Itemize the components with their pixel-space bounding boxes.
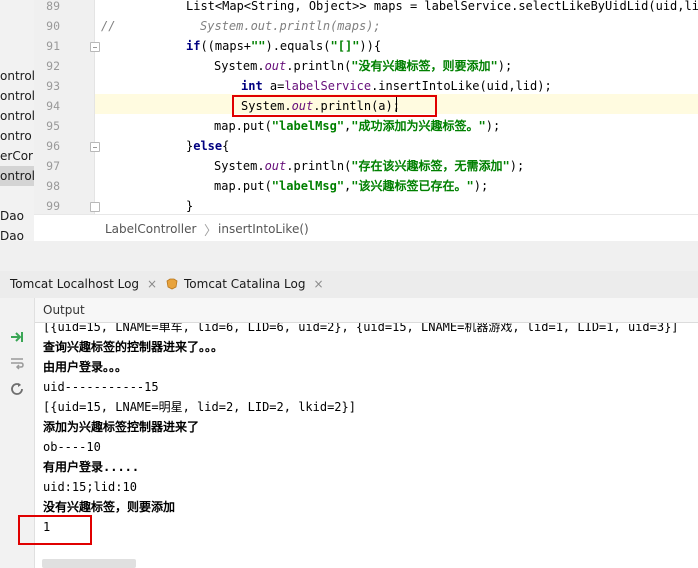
line-number: 93 bbox=[46, 79, 60, 93]
code-token: out bbox=[250, 19, 273, 33]
tab-tomcat-catalina-log[interactable]: Tomcat Catalina Log × bbox=[166, 271, 324, 298]
line-number: 92 bbox=[46, 59, 60, 73]
console-line: ob----10 bbox=[43, 440, 101, 454]
line-number: 90 bbox=[46, 19, 60, 33]
close-icon[interactable]: × bbox=[313, 277, 323, 291]
console-line: uid-----------15 bbox=[43, 380, 159, 394]
code-token: "成功添加为兴趣标签。" bbox=[351, 119, 486, 133]
line-number: 89 bbox=[46, 0, 60, 13]
breadcrumb-class[interactable]: LabelController bbox=[105, 222, 196, 236]
code-line[interactable]: } bbox=[186, 196, 193, 216]
code-line[interactable]: System.out.println("存在该兴趣标签，无需添加"); bbox=[214, 156, 524, 176]
code-token: labelService bbox=[284, 79, 372, 93]
code-token: System. bbox=[214, 59, 265, 73]
tool-window-tabs: Tomcat Localhost Log × Tomcat Catalina Lo… bbox=[0, 271, 698, 299]
code-token: ); bbox=[497, 59, 513, 73]
console-line: 有用户登录..... bbox=[43, 460, 140, 474]
code-token: .insertIntoLike(uid,lid); bbox=[371, 79, 552, 93]
annotation-highlight-box bbox=[232, 95, 437, 117]
annotation-highlight-box bbox=[18, 515, 92, 545]
output-title: Output bbox=[43, 303, 85, 317]
panel-separator[interactable] bbox=[0, 241, 698, 271]
fold-toggle-icon[interactable] bbox=[90, 42, 100, 52]
code-token: .println(maps); bbox=[272, 19, 381, 33]
close-icon[interactable]: × bbox=[147, 277, 157, 291]
comment-marker: // bbox=[101, 19, 116, 33]
fold-toggle-icon[interactable] bbox=[90, 142, 100, 152]
tomcat-icon bbox=[166, 273, 178, 290]
code-token: "没有兴趣标签，则要添加" bbox=[351, 59, 498, 73]
breadcrumb: LabelController 〉 insertIntoLike() bbox=[34, 214, 698, 242]
code-token: "该兴趣标签已存在。" bbox=[351, 179, 474, 193]
code-token: } bbox=[186, 199, 194, 213]
console-line: 由用户登录。。。 bbox=[43, 360, 128, 374]
console-line: 没有兴趣标签，则要添加 bbox=[43, 500, 176, 514]
code-token: .println( bbox=[286, 159, 352, 173]
soft-wrap-icon[interactable] bbox=[9, 355, 25, 375]
code-token: ((maps+ bbox=[200, 39, 252, 53]
line-number: 95 bbox=[46, 119, 60, 133]
code-token: System. bbox=[200, 19, 251, 33]
output-header: Output bbox=[35, 298, 698, 323]
code-token: out bbox=[264, 59, 287, 73]
code-token: )){ bbox=[359, 39, 382, 53]
console-line: 查询兴趣标签的控制器进来了。。。 bbox=[43, 340, 224, 354]
line-number: 98 bbox=[46, 179, 60, 193]
breadcrumb-method[interactable]: insertIntoLike() bbox=[218, 222, 309, 236]
code-token: ); bbox=[509, 159, 525, 173]
tab-label: Tomcat Localhost Log bbox=[10, 277, 140, 291]
line-number: 96 bbox=[46, 139, 60, 153]
code-line[interactable]: List<Map<String, Object>> maps = labelSe… bbox=[186, 0, 698, 16]
code-token: "labelMsg" bbox=[271, 119, 345, 133]
console-line: uid:15;lid:10 bbox=[43, 480, 137, 494]
code-token: int bbox=[241, 79, 263, 93]
console-line: [{uid=15, LNAME=单车, lid=6, LID=6, uid=2}… bbox=[43, 323, 679, 334]
code-token: List<Map<String, Object>> maps = labelSe… bbox=[186, 0, 698, 13]
code-token: ).equals( bbox=[265, 39, 331, 53]
code-line[interactable]: map.put("labelMsg","该兴趣标签已存在。"); bbox=[214, 176, 488, 196]
code-line[interactable]: int a=labelService.insertIntoLike(uid,li… bbox=[241, 76, 552, 96]
tomcat-icon bbox=[0, 278, 6, 290]
code-line[interactable]: System.out.println("没有兴趣标签，则要添加"); bbox=[214, 56, 512, 76]
line-number: 91 bbox=[46, 39, 60, 53]
code-line[interactable]: map.put("labelMsg","成功添加为兴趣标签。"); bbox=[214, 116, 500, 136]
code-token: a= bbox=[262, 79, 285, 93]
code-token: .println( bbox=[286, 59, 352, 73]
line-number: 97 bbox=[46, 159, 60, 173]
code-token: out bbox=[264, 159, 287, 173]
tab-label: Tomcat Catalina Log bbox=[184, 277, 306, 291]
console-output[interactable]: [{uid=15, LNAME=单车, lid=6, LID=6, uid=2}… bbox=[35, 323, 698, 568]
code-line[interactable]: }else{ bbox=[186, 136, 229, 156]
code-token: if bbox=[186, 39, 201, 53]
code-token: "" bbox=[251, 39, 266, 53]
code-line[interactable]: System.out.println(maps); bbox=[200, 16, 381, 36]
step-over-arrow-icon[interactable] bbox=[9, 329, 25, 349]
code-token: "[]" bbox=[330, 39, 360, 53]
line-number: 99 bbox=[46, 199, 60, 213]
breadcrumb-separator-icon: 〉 bbox=[204, 224, 218, 239]
code-token: "labelMsg" bbox=[271, 179, 345, 193]
code-token: System. bbox=[214, 159, 265, 173]
project-tree-item[interactable]: Dao bbox=[0, 226, 24, 241]
code-token: "存在该兴趣标签，无需添加" bbox=[351, 159, 510, 173]
code-token: map.put( bbox=[214, 179, 272, 193]
code-token: { bbox=[222, 139, 230, 153]
line-number: 94 bbox=[46, 99, 60, 113]
code-token: map.put( bbox=[214, 119, 272, 133]
code-token: else bbox=[193, 139, 223, 153]
code-token: ); bbox=[473, 179, 489, 193]
console-line: [{uid=15, LNAME=明星, lid=2, LID=2, lkid=2… bbox=[43, 400, 356, 414]
tab-tomcat-localhost-log[interactable]: Tomcat Localhost Log × bbox=[0, 271, 157, 298]
code-token: ); bbox=[485, 119, 501, 133]
code-line[interactable]: if((maps+"").equals("[]")){ bbox=[186, 36, 381, 56]
console-line: 添加为兴趣标签控制器进来了 bbox=[43, 420, 200, 434]
fold-toggle-icon[interactable] bbox=[90, 202, 100, 212]
horizontal-scrollbar[interactable] bbox=[42, 559, 136, 568]
refresh-icon[interactable] bbox=[9, 381, 25, 401]
